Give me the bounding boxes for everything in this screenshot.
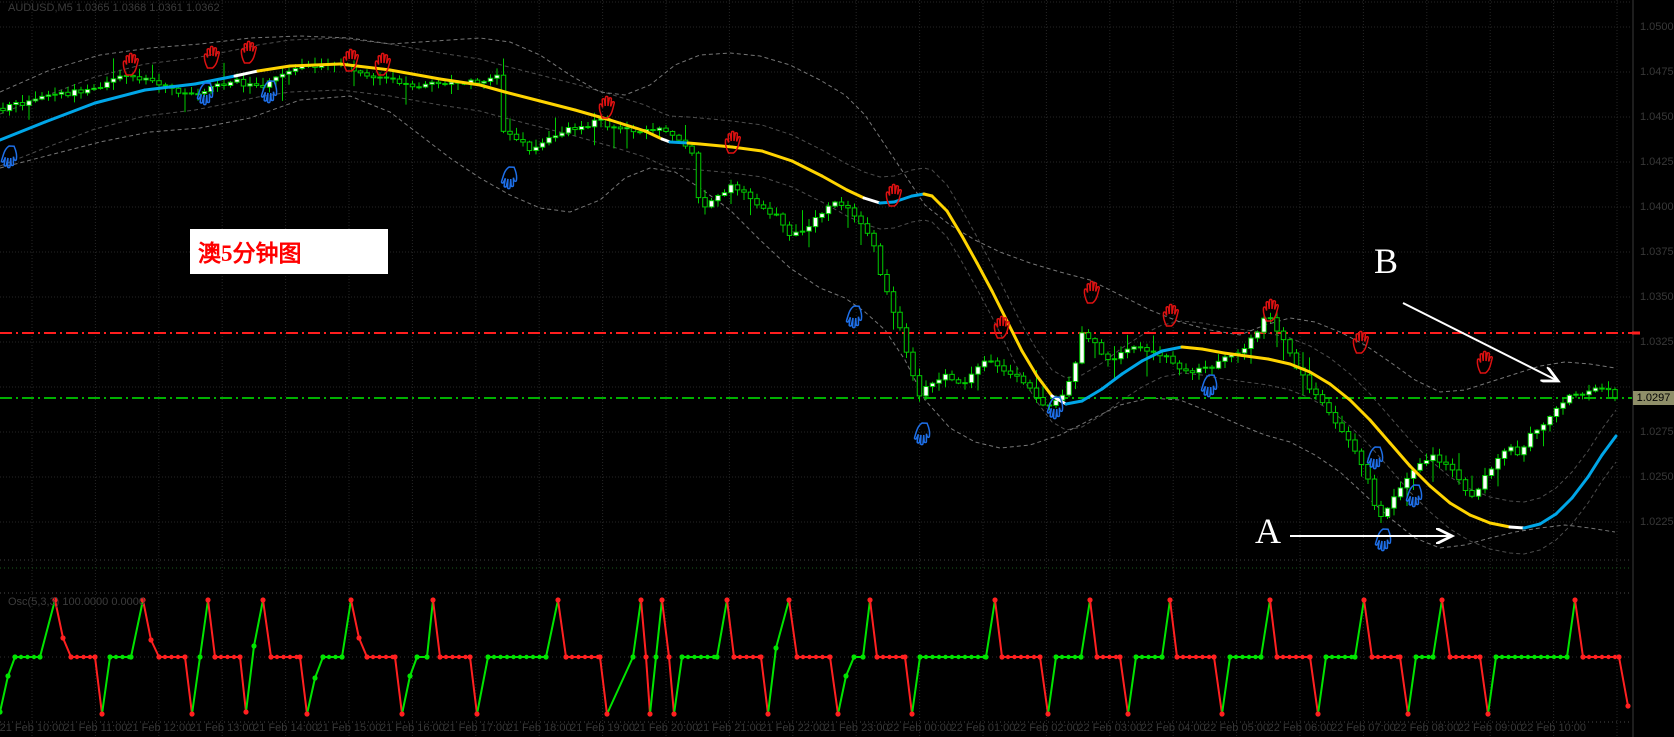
price-axis-label: 1.0350 — [1640, 291, 1674, 303]
annotation-letter-a[interactable]: A — [1255, 510, 1281, 552]
time-axis-label: 22 Feb 09:00 — [1457, 722, 1523, 734]
buy-hand-icon — [1200, 373, 1218, 398]
time-axis-label: 21 Feb 19:00 — [570, 722, 636, 734]
period-label-text: 澳5分钟图 — [198, 241, 302, 266]
buy-hand-icon — [1374, 527, 1392, 552]
price-axis-label: 1.0400 — [1640, 201, 1674, 213]
time-axis-label: 21 Feb 13:00 — [189, 722, 255, 734]
buy-hand-icon — [1366, 445, 1384, 470]
price-axis-label: 1.0475 — [1640, 66, 1674, 78]
signals-layer — [0, 40, 1494, 552]
buy-hand-icon — [500, 165, 518, 190]
bollinger-bands-layer — [0, 35, 1617, 555]
annotation-arrows[interactable] — [1290, 302, 1558, 536]
sell-hand-icon — [122, 52, 140, 76]
chart-canvas[interactable] — [0, 0, 1674, 737]
time-axis-label: 22 Feb 00:00 — [887, 722, 953, 734]
price-axis-label: 1.0325 — [1640, 336, 1674, 348]
indicator-name-label: Osc(5,3,3) 100.0000 0.0000 — [8, 596, 145, 608]
mt4-chart-window[interactable]: AUDUSD,M5 1.0365 1.0368 1.0361 1.0362 澳5… — [0, 0, 1674, 737]
price-axis-label: 1.0450 — [1640, 111, 1674, 123]
time-axis-label: 22 Feb 02:00 — [1013, 722, 1079, 734]
price-axis-label: 1.0225 — [1640, 516, 1674, 528]
time-axis-label: 22 Feb 01:00 — [950, 722, 1016, 734]
time-axis-label: 21 Feb 11:00 — [63, 722, 128, 734]
time-axis-label: 22 Feb 08:00 — [1394, 722, 1460, 734]
period-label-box[interactable]: 澳5分钟图 — [190, 229, 388, 274]
sell-hand-icon — [240, 40, 258, 64]
price-axis-label: 1.0250 — [1640, 471, 1674, 483]
time-axis-label: 22 Feb 03:00 — [1077, 722, 1143, 734]
annotation-letter-b[interactable]: B — [1374, 240, 1398, 282]
time-axis-label: 22 Feb 07:00 — [1330, 722, 1396, 734]
time-axis-label: 21 Feb 15:00 — [316, 722, 382, 734]
time-axis-label: 21 Feb 14:00 — [253, 722, 319, 734]
time-axis-label: 21 Feb 17:00 — [443, 722, 509, 734]
sell-hand-icon — [1352, 330, 1370, 354]
candles-layer — [0, 57, 1618, 524]
time-axis-label: 21 Feb 16:00 — [379, 722, 445, 734]
buy-hand-icon — [913, 421, 931, 446]
level-lines-layer — [0, 331, 1640, 399]
sell-hand-icon — [993, 315, 1011, 339]
sell-hand-icon — [1162, 303, 1180, 327]
sell-hand-icon — [1083, 280, 1101, 304]
sell-hand-icon — [598, 95, 616, 119]
time-axis-label: 21 Feb 10:00 — [0, 722, 65, 734]
sell-hand-icon — [374, 52, 392, 76]
price-axis-label: 1.0275 — [1640, 426, 1674, 438]
current-price-tag: 1.0297 — [1633, 391, 1674, 405]
chart-title-overlay: AUDUSD,M5 1.0365 1.0368 1.0361 1.0362 — [8, 2, 220, 14]
ma-layer — [0, 62, 1618, 530]
sell-hand-icon — [203, 45, 221, 69]
price-axis-label: 1.0500 — [1640, 21, 1674, 33]
sell-hand-icon — [724, 130, 742, 154]
time-axis-label: 22 Feb 05:00 — [1204, 722, 1270, 734]
time-axis-label: 21 Feb 23:00 — [823, 722, 889, 734]
price-axis-label: 1.0425 — [1640, 156, 1674, 168]
time-axis-label: 21 Feb 21:00 — [696, 722, 762, 734]
price-axis-label: 1.0375 — [1640, 246, 1674, 258]
time-axis-label: 22 Feb 06:00 — [1267, 722, 1333, 734]
time-axis-label: 21 Feb 12:00 — [126, 722, 192, 734]
time-axis-label: 21 Feb 22:00 — [760, 722, 826, 734]
time-axis-label: 22 Feb 10:00 — [1521, 722, 1587, 734]
time-axis-label: 21 Feb 20:00 — [633, 722, 699, 734]
time-axis-label: 22 Feb 04:00 — [1140, 722, 1206, 734]
time-axis-label: 21 Feb 18:00 — [506, 722, 572, 734]
buy-hand-icon — [845, 304, 863, 329]
grid-layer — [0, 0, 1634, 737]
